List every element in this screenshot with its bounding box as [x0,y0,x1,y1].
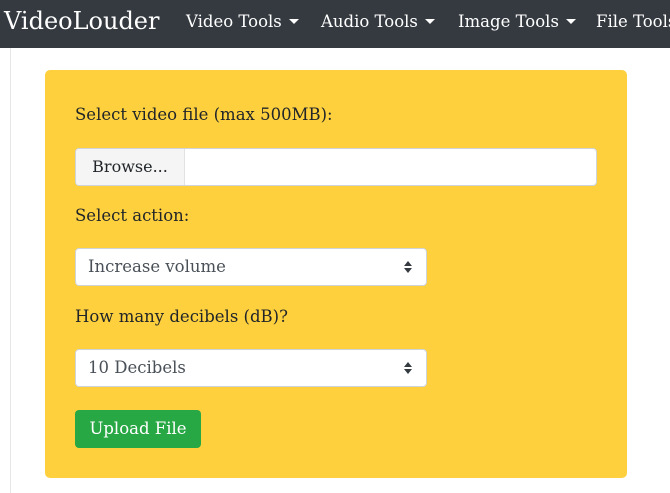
file-input[interactable]: Browse... [75,148,597,186]
decibels-select[interactable]: 10 Decibels [75,349,427,387]
file-label: Select video file (max 500MB): [75,105,333,124]
upload-file-button[interactable]: Upload File [75,410,201,448]
sort-icon [404,261,412,273]
page-left-border [10,48,11,493]
action-select-value: Increase volume [88,257,226,276]
top-navbar: VideoLouder Video Tools Audio Tools Imag… [0,0,670,48]
caret-down-icon [288,19,299,24]
caret-down-icon [565,19,576,24]
nav-audio-tools[interactable]: Audio Tools [321,11,435,33]
decibels-label: How many decibels (dB)? [75,307,288,326]
nav-image-tools-label: Image Tools [458,12,559,31]
nav-video-tools[interactable]: Video Tools [186,11,299,33]
decibels-select-value: 10 Decibels [88,358,186,377]
sort-icon [404,362,412,374]
nav-file-tools-label: File Tools [596,12,670,31]
nav-image-tools[interactable]: Image Tools [458,11,576,33]
nav-audio-tools-label: Audio Tools [321,12,418,31]
upload-form-card: Select video file (max 500MB): Browse...… [45,70,627,478]
action-select[interactable]: Increase volume [75,248,427,286]
caret-down-icon [424,19,435,24]
brand-logo[interactable]: VideoLouder [4,6,159,36]
action-label: Select action: [75,206,190,225]
nav-file-tools[interactable]: File Tools [596,11,670,33]
nav-video-tools-label: Video Tools [186,12,282,31]
browse-button[interactable]: Browse... [76,149,185,185]
